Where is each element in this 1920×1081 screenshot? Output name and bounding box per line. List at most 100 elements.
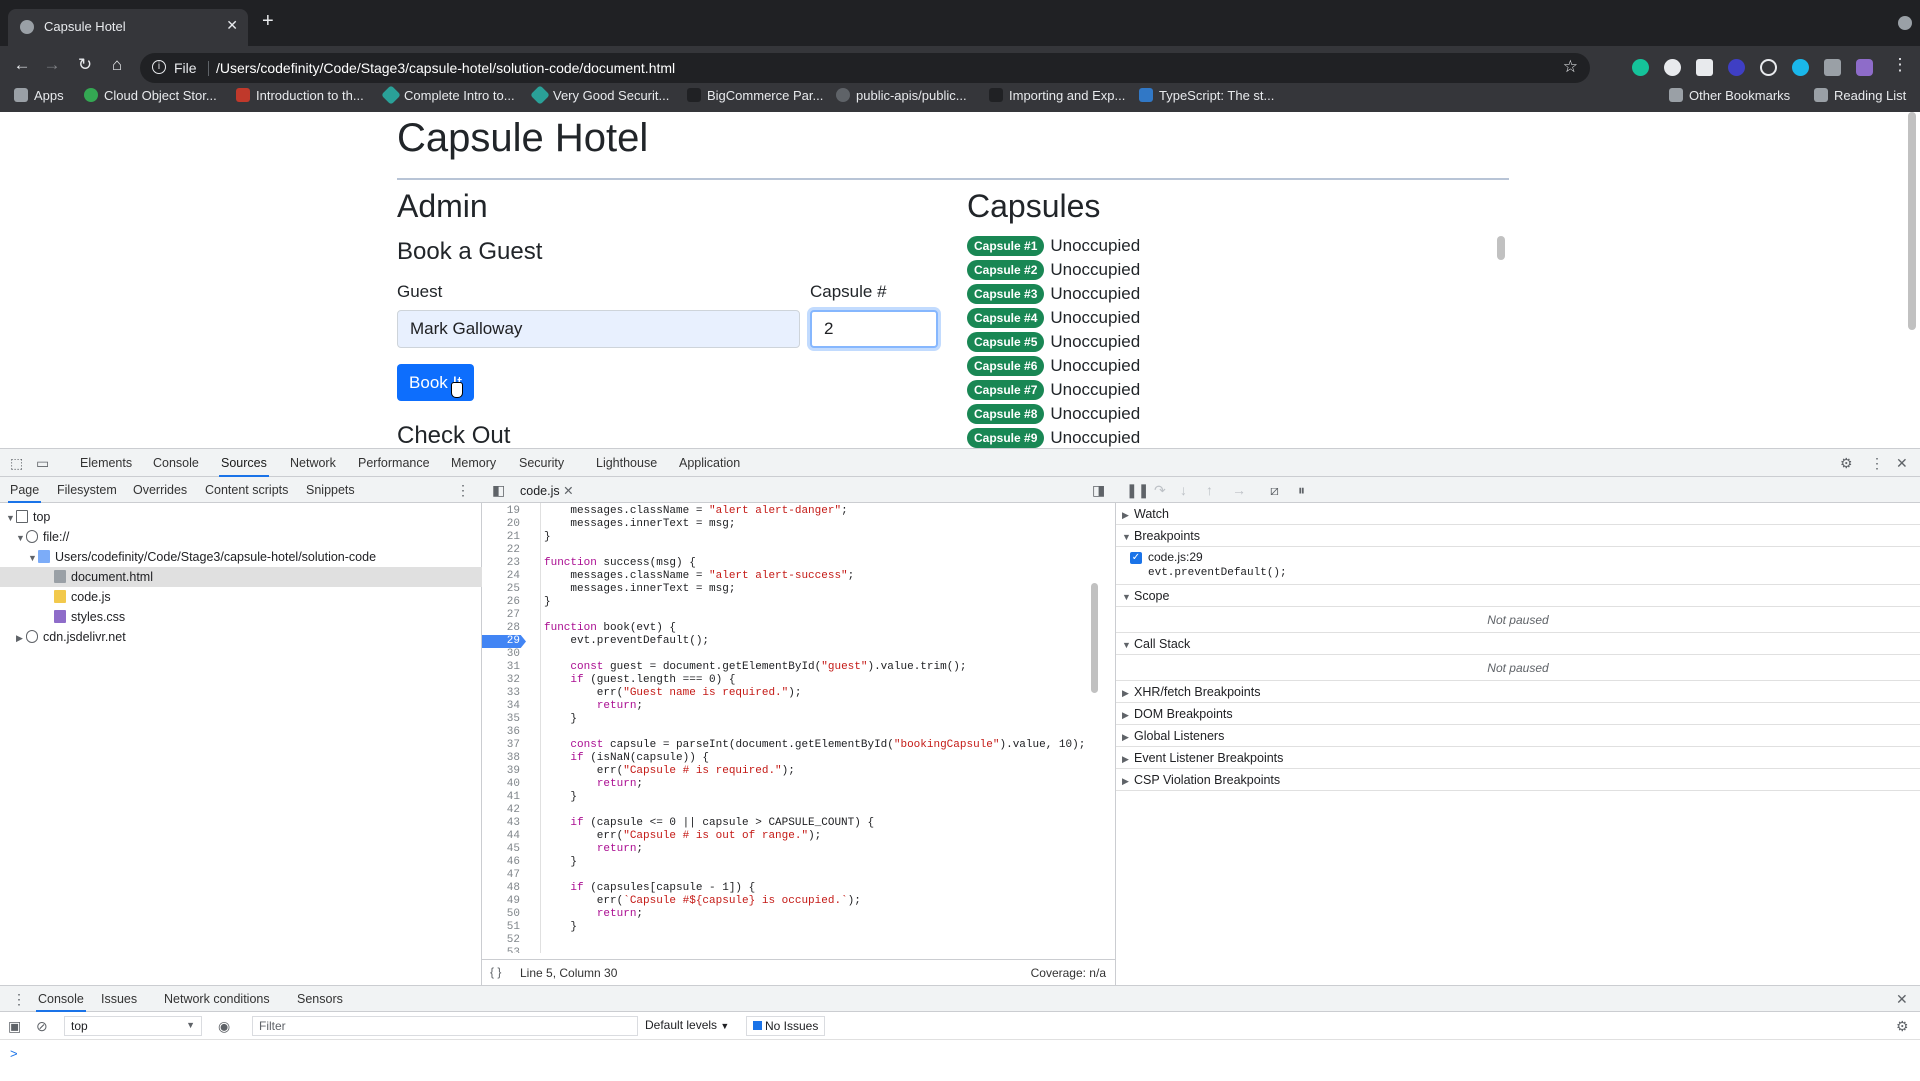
watch-section[interactable]: ▶ Watch bbox=[1116, 503, 1920, 525]
line-number[interactable]: 27 bbox=[482, 609, 526, 622]
toggle-navigator-icon[interactable]: ◧ bbox=[492, 482, 505, 499]
bookmark-reading-list[interactable]: Reading List bbox=[1814, 88, 1906, 103]
pause-icon[interactable]: ❚❚ bbox=[1126, 482, 1149, 499]
xhr-breakpoints-section[interactable]: ▶ XHR/fetch Breakpoints bbox=[1116, 681, 1920, 703]
bookmark-item[interactable]: Complete Intro to... bbox=[381, 85, 515, 105]
toggle-debugger-icon[interactable]: ◨ bbox=[1092, 482, 1105, 499]
line-number[interactable]: 22 bbox=[482, 544, 526, 557]
scope-section[interactable]: ▼ Scope bbox=[1116, 585, 1920, 607]
breakpoint-line-number[interactable]: 29 bbox=[482, 635, 526, 648]
bookmark-item[interactable]: public-apis/public... bbox=[836, 88, 967, 103]
line-number[interactable]: 46 bbox=[482, 856, 526, 869]
reload-icon[interactable]: ↻ bbox=[73, 55, 97, 75]
extension-s-icon[interactable] bbox=[1664, 59, 1681, 76]
context-selector[interactable]: top ▼ bbox=[64, 1016, 202, 1036]
devtools-tab-security[interactable]: Security bbox=[519, 456, 564, 470]
line-number[interactable]: 20 bbox=[482, 518, 526, 531]
step-over-icon[interactable]: ↷ bbox=[1154, 482, 1166, 499]
line-number[interactable]: 26 bbox=[482, 596, 526, 609]
tree-item-top[interactable]: ▼ top bbox=[0, 507, 482, 527]
console-filter-input[interactable]: Filter bbox=[252, 1016, 638, 1036]
line-number[interactable]: 32 bbox=[482, 674, 526, 687]
console-sidebar-icon[interactable]: ▣ bbox=[8, 1018, 21, 1035]
devtools-tab-lighthouse[interactable]: Lighthouse bbox=[596, 456, 657, 470]
line-number[interactable]: 36 bbox=[482, 726, 526, 739]
step-into-icon[interactable]: ↓ bbox=[1180, 482, 1187, 498]
dom-breakpoints-section[interactable]: ▶ DOM Breakpoints bbox=[1116, 703, 1920, 725]
capsule-list-scrollbar[interactable] bbox=[1497, 236, 1505, 260]
tree-item-file-origin[interactable]: ▼ file:// bbox=[0, 527, 482, 547]
nav-tab-filesystem[interactable]: Filesystem bbox=[57, 483, 117, 497]
address-bar[interactable]: i File /Users/codefinity/Code/Stage3/cap… bbox=[140, 53, 1590, 83]
devtools-tab-performance[interactable]: Performance bbox=[358, 456, 430, 470]
line-number[interactable]: 52 bbox=[482, 934, 526, 947]
line-number[interactable]: 37 bbox=[482, 739, 526, 752]
line-number[interactable]: 25 bbox=[482, 583, 526, 596]
grammarly-icon[interactable] bbox=[1632, 59, 1649, 76]
devtools-tab-application[interactable]: Application bbox=[679, 456, 740, 470]
breakpoints-section[interactable]: ▼ Breakpoints bbox=[1116, 525, 1920, 547]
line-number[interactable]: 33 bbox=[482, 687, 526, 700]
line-number[interactable]: 53 bbox=[482, 947, 526, 953]
pretty-print-icon[interactable]: { } bbox=[490, 965, 501, 979]
page-scrollbar[interactable] bbox=[1908, 112, 1916, 330]
line-number[interactable]: 41 bbox=[482, 791, 526, 804]
info-icon[interactable]: i bbox=[152, 60, 166, 74]
line-number[interactable]: 23 bbox=[482, 557, 526, 570]
home-icon[interactable]: ⌂ bbox=[105, 55, 129, 75]
bookmark-item[interactable]: Importing and Exp... bbox=[989, 88, 1125, 103]
guest-input[interactable]: Mark Galloway bbox=[397, 310, 800, 348]
more-menu-icon[interactable]: ⋮ bbox=[1888, 55, 1912, 75]
devtools-tab-elements[interactable]: Elements bbox=[80, 456, 132, 470]
eye-icon[interactable]: ◉ bbox=[218, 1018, 230, 1035]
line-number[interactable]: 21 bbox=[482, 531, 526, 544]
line-number[interactable]: 30 bbox=[482, 648, 526, 661]
devtools-tab-console[interactable]: Console bbox=[153, 456, 199, 470]
editor-tab-code-js[interactable]: code.js ✕ bbox=[520, 483, 574, 498]
line-number[interactable]: 51 bbox=[482, 921, 526, 934]
close-devtools-icon[interactable]: ✕ bbox=[1896, 455, 1908, 472]
line-number[interactable]: 43 bbox=[482, 817, 526, 830]
tree-item-cdn[interactable]: ▶ cdn.jsdelivr.net bbox=[0, 627, 482, 647]
profile-avatar-icon[interactable] bbox=[1856, 59, 1873, 76]
bookmark-item[interactable]: Very Good Securit... bbox=[530, 85, 669, 105]
call-stack-section[interactable]: ▼ Call Stack bbox=[1116, 633, 1920, 655]
line-number[interactable]: 28 bbox=[482, 622, 526, 635]
drawer-tab-console[interactable]: Console bbox=[36, 992, 86, 1012]
drawer-tab-sensors[interactable]: Sensors bbox=[297, 992, 343, 1006]
line-number[interactable]: 47 bbox=[482, 869, 526, 882]
code-area[interactable]: 19 messages.className = "alert alert-dan… bbox=[482, 503, 1102, 953]
step-icon[interactable]: → bbox=[1232, 482, 1246, 498]
clear-console-icon[interactable]: ⊘ bbox=[36, 1018, 48, 1035]
devtools-tab-network[interactable]: Network bbox=[290, 456, 336, 470]
capsule-number-input[interactable]: 2 bbox=[810, 310, 938, 348]
inspect-element-icon[interactable]: ⬚ bbox=[10, 455, 23, 472]
line-number[interactable]: 40 bbox=[482, 778, 526, 791]
event-listener-breakpoints-section[interactable]: ▶ Event Listener Breakpoints bbox=[1116, 747, 1920, 769]
device-toolbar-icon[interactable]: ▭ bbox=[36, 455, 49, 472]
notion-icon[interactable] bbox=[1696, 59, 1713, 76]
devtools-more-icon[interactable]: ⋮ bbox=[1870, 455, 1884, 472]
drawer-tab-network-conditions[interactable]: Network conditions bbox=[164, 992, 270, 1006]
devtools-tab-memory[interactable]: Memory bbox=[451, 456, 496, 470]
line-number[interactable]: 35 bbox=[482, 713, 526, 726]
extension-diamond-icon[interactable] bbox=[1728, 59, 1745, 76]
step-out-icon[interactable]: ↑ bbox=[1206, 482, 1213, 498]
tab-search-icon[interactable] bbox=[1898, 16, 1912, 30]
nav-tab-overrides[interactable]: Overrides bbox=[133, 483, 187, 497]
forward-icon[interactable]: → bbox=[40, 55, 64, 75]
line-number[interactable]: 24 bbox=[482, 570, 526, 583]
pause-on-exceptions-icon[interactable]: ⏸ bbox=[1298, 482, 1305, 499]
bookmark-apps[interactable]: Apps bbox=[14, 88, 64, 103]
global-listeners-section[interactable]: ▶ Global Listeners bbox=[1116, 725, 1920, 747]
line-number[interactable]: 48 bbox=[482, 882, 526, 895]
extensions-puzzle-icon[interactable] bbox=[1824, 59, 1841, 76]
deactivate-breakpoints-icon[interactable]: ⧄ bbox=[1270, 482, 1279, 499]
bookmark-star-icon[interactable]: ☆ bbox=[1563, 57, 1578, 77]
csp-violation-breakpoints-section[interactable]: ▶ CSP Violation Breakpoints bbox=[1116, 769, 1920, 791]
line-number[interactable]: 38 bbox=[482, 752, 526, 765]
bookmark-item[interactable]: TypeScript: The st... bbox=[1139, 88, 1274, 103]
line-number[interactable]: 42 bbox=[482, 804, 526, 817]
close-tab-icon[interactable]: ✕ bbox=[226, 17, 238, 34]
line-number[interactable]: 44 bbox=[482, 830, 526, 843]
